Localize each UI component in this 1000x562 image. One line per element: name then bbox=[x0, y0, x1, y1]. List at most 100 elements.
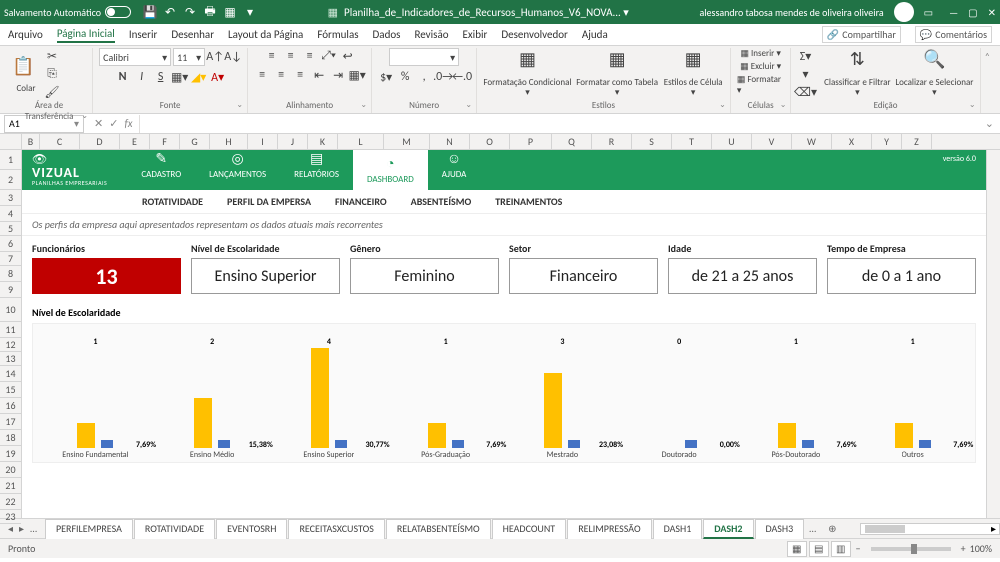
conditional-formatting-button[interactable]: ▦Formatação Condicional ▾ bbox=[483, 50, 572, 98]
row-header[interactable]: 11 bbox=[0, 322, 21, 338]
redo-icon[interactable]: ↷ bbox=[183, 5, 197, 19]
copy-icon[interactable]: ⎘ bbox=[44, 66, 60, 82]
zoom-out-button[interactable]: − bbox=[856, 542, 861, 555]
column-header[interactable]: Y bbox=[872, 134, 902, 149]
insert-cells-button[interactable]: ▦ Inserir ▾ bbox=[740, 48, 780, 59]
new-icon[interactable]: ▦ bbox=[223, 5, 237, 19]
increase-font-icon[interactable]: A↑ bbox=[207, 49, 223, 65]
new-sheet-button[interactable]: ⊕ bbox=[820, 522, 844, 535]
align-center-icon[interactable]: ≡ bbox=[273, 67, 289, 83]
sheet-tab[interactable]: PERFILEMPRESA bbox=[45, 519, 133, 539]
collapse-ribbon-icon[interactable]: ˄ bbox=[981, 48, 994, 113]
tab-desenvolvedor[interactable]: Desenvolvedor bbox=[501, 28, 568, 41]
column-header[interactable]: O bbox=[470, 134, 510, 149]
tab-inserir[interactable]: Inserir bbox=[129, 28, 158, 41]
font-name-select[interactable]: Calibri▾ bbox=[99, 48, 171, 66]
align-right-icon[interactable]: ≡ bbox=[292, 67, 308, 83]
column-header[interactable]: J bbox=[278, 134, 308, 149]
column-header[interactable]: N bbox=[430, 134, 470, 149]
sheet-tab[interactable]: RECEITASXCUSTOS bbox=[288, 519, 384, 539]
nav-dashboard[interactable]: ◔DASHBOARD bbox=[353, 150, 428, 190]
column-header[interactable]: W bbox=[792, 134, 832, 149]
subnav-item[interactable]: FINANCEIRO bbox=[335, 195, 387, 208]
row-header[interactable]: 16 bbox=[0, 398, 21, 414]
border-icon[interactable]: ▦▾ bbox=[172, 69, 188, 85]
currency-icon[interactable]: $▾ bbox=[378, 69, 394, 85]
row-header[interactable]: 5 bbox=[0, 222, 21, 236]
align-top-icon[interactable]: ≡ bbox=[264, 48, 280, 64]
fx-icon[interactable]: fx bbox=[124, 117, 132, 130]
column-header[interactable]: C bbox=[40, 134, 80, 149]
undo-icon[interactable]: ↶ bbox=[163, 5, 177, 19]
font-color-icon[interactable]: A▾ bbox=[210, 69, 226, 85]
cell-styles-button[interactable]: ▦Estilos de Célula ▾ bbox=[663, 50, 724, 98]
worksheet-area[interactable]: 👁 VIZUAL PLANILHAS EMPRESARIAIS ✎CADASTR… bbox=[22, 150, 986, 518]
number-format-select[interactable]: ▾ bbox=[389, 48, 459, 66]
sheet-tab[interactable]: HEADCOUNT bbox=[492, 519, 567, 539]
column-header[interactable]: P bbox=[510, 134, 552, 149]
row-header[interactable]: 10 bbox=[0, 298, 21, 322]
percent-icon[interactable]: % bbox=[397, 69, 413, 85]
column-header[interactable]: U bbox=[712, 134, 752, 149]
sort-filter-button[interactable]: ⇅Classificar e Filtrar ▾ bbox=[823, 50, 891, 98]
sheet-nav-next-icon[interactable]: … bbox=[805, 522, 820, 535]
avatar[interactable] bbox=[894, 2, 914, 22]
orientation-icon[interactable]: ⤢▾ bbox=[321, 48, 337, 64]
paste-button[interactable]: 📋 Colar bbox=[12, 55, 40, 94]
customize-qat-icon[interactable]: ▾ bbox=[243, 5, 257, 19]
sheet-nav-first-icon[interactable]: ◂ bbox=[8, 522, 13, 535]
sheet-nav-prev-icon[interactable]: ▸ bbox=[19, 522, 24, 535]
row-header[interactable]: 13 bbox=[0, 352, 21, 366]
row-header[interactable]: 9 bbox=[0, 282, 21, 298]
font-size-select[interactable]: 11▾ bbox=[173, 48, 205, 66]
print-icon[interactable]: 🖶 bbox=[203, 5, 217, 19]
row-header[interactable]: 12 bbox=[0, 338, 21, 352]
cut-icon[interactable]: ✂ bbox=[44, 48, 60, 64]
bold-icon[interactable]: N bbox=[115, 69, 131, 85]
zoom-in-button[interactable]: + bbox=[961, 542, 966, 555]
column-header[interactable]: I bbox=[248, 134, 278, 149]
column-header[interactable]: X bbox=[832, 134, 872, 149]
column-header[interactable]: Z bbox=[902, 134, 932, 149]
tab-ajuda[interactable]: Ajuda bbox=[582, 28, 608, 41]
row-header[interactable]: 22 bbox=[0, 494, 21, 510]
italic-icon[interactable]: I bbox=[134, 69, 150, 85]
row-header[interactable]: 8 bbox=[0, 266, 21, 282]
tab-arquivo[interactable]: Arquivo bbox=[8, 28, 43, 41]
format-painter-icon[interactable]: 🖌 bbox=[44, 84, 60, 100]
zoom-level[interactable]: 100% bbox=[970, 542, 992, 555]
row-header[interactable]: 1 bbox=[0, 150, 21, 170]
subnav-item[interactable]: ROTATIVIDADE bbox=[142, 195, 203, 208]
column-header[interactable]: Q bbox=[552, 134, 592, 149]
ribbon-options-icon[interactable]: ▭ bbox=[924, 6, 933, 19]
wrap-text-icon[interactable]: ↩ bbox=[340, 48, 356, 64]
column-header[interactable]: B bbox=[22, 134, 40, 149]
sheet-tab[interactable]: DASH3 bbox=[755, 519, 805, 539]
nav-relatórios[interactable]: ▤RELATÓRIOS bbox=[280, 150, 353, 190]
sheet-tab[interactable]: EVENTOSRH bbox=[216, 519, 287, 539]
column-header[interactable]: E bbox=[120, 134, 150, 149]
row-header[interactable]: 3 bbox=[0, 190, 21, 206]
column-header[interactable]: R bbox=[592, 134, 632, 149]
sheet-tab[interactable]: DASH1 bbox=[653, 519, 703, 539]
align-middle-icon[interactable]: ≡ bbox=[283, 48, 299, 64]
comments-button[interactable]: 💬 Comentários bbox=[915, 26, 992, 43]
sheet-tab[interactable]: RELIMPRESSÃO bbox=[567, 519, 651, 539]
tab-layout[interactable]: Layout da Página bbox=[228, 28, 303, 41]
format-as-table-button[interactable]: ▦Formatar como Tabela ▾ bbox=[576, 50, 659, 98]
column-header[interactable]: L bbox=[338, 134, 384, 149]
merge-icon[interactable]: ▦▾ bbox=[349, 67, 365, 83]
horizontal-scrollbar[interactable]: ▸ bbox=[860, 523, 1000, 535]
column-header[interactable]: F bbox=[150, 134, 180, 149]
align-left-icon[interactable]: ≡ bbox=[254, 67, 270, 83]
autosave-toggle[interactable]: Salvamento Automático bbox=[4, 6, 131, 19]
column-header[interactable]: S bbox=[632, 134, 672, 149]
normal-view-button[interactable]: ▦ bbox=[787, 541, 807, 557]
row-header[interactable]: 19 bbox=[0, 446, 21, 462]
decrease-decimal-icon[interactable]: ←.0 bbox=[454, 69, 470, 85]
nav-lançamentos[interactable]: ◎LANÇAMENTOS bbox=[195, 150, 280, 190]
page-layout-view-button[interactable]: ▤ bbox=[809, 541, 829, 557]
formula-input[interactable] bbox=[139, 115, 979, 133]
nav-ajuda[interactable]: ☺AJUDA bbox=[428, 150, 481, 190]
nav-cadastro[interactable]: ✎CADASTRO bbox=[127, 150, 195, 190]
